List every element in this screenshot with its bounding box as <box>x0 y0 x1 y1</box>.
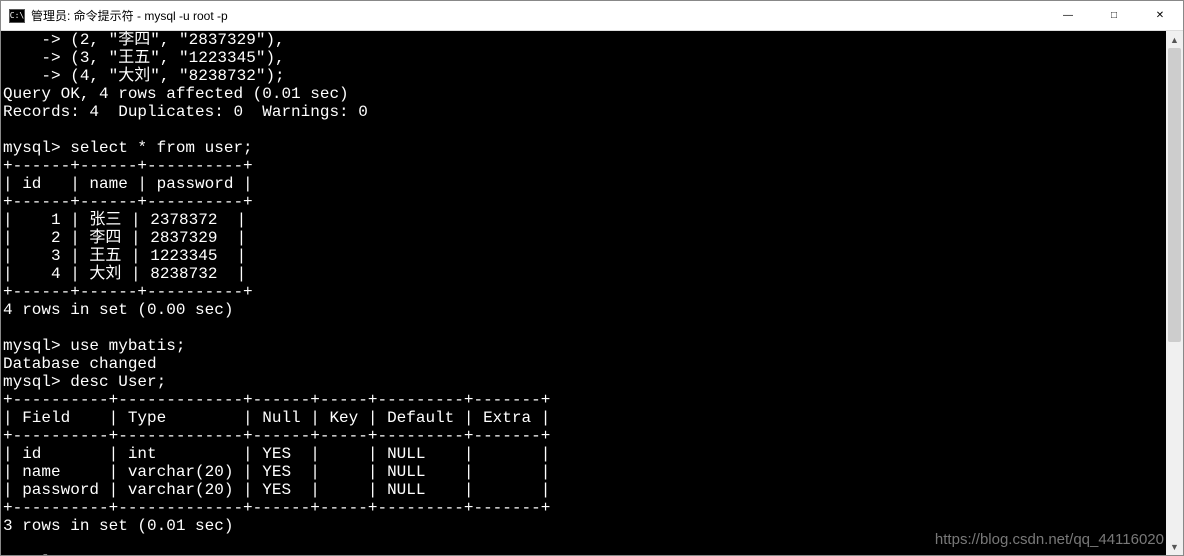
scroll-up-button[interactable]: ▲ <box>1166 31 1183 48</box>
cmd-icon: C:\ <box>9 9 25 23</box>
scrollbar-track[interactable] <box>1166 48 1183 538</box>
vertical-scrollbar[interactable]: ▲ ▼ <box>1166 31 1183 555</box>
titlebar[interactable]: C:\ 管理员: 命令提示符 - mysql -u root -p — □ ✕ <box>1 1 1183 31</box>
terminal-output[interactable]: -> (2, "李四", "2837329"), -> (3, "王五", "1… <box>1 31 1166 555</box>
scroll-down-button[interactable]: ▼ <box>1166 538 1183 555</box>
maximize-button[interactable]: □ <box>1091 1 1137 30</box>
window-title: 管理员: 命令提示符 - mysql -u root -p <box>31 7 1045 24</box>
terminal-area: -> (2, "李四", "2837329"), -> (3, "王五", "1… <box>1 31 1183 555</box>
minimize-button[interactable]: — <box>1045 1 1091 30</box>
window-controls: — □ ✕ <box>1045 1 1183 30</box>
scrollbar-thumb[interactable] <box>1168 48 1181 342</box>
cmd-window: C:\ 管理员: 命令提示符 - mysql -u root -p — □ ✕ … <box>0 0 1184 556</box>
close-button[interactable]: ✕ <box>1137 1 1183 30</box>
